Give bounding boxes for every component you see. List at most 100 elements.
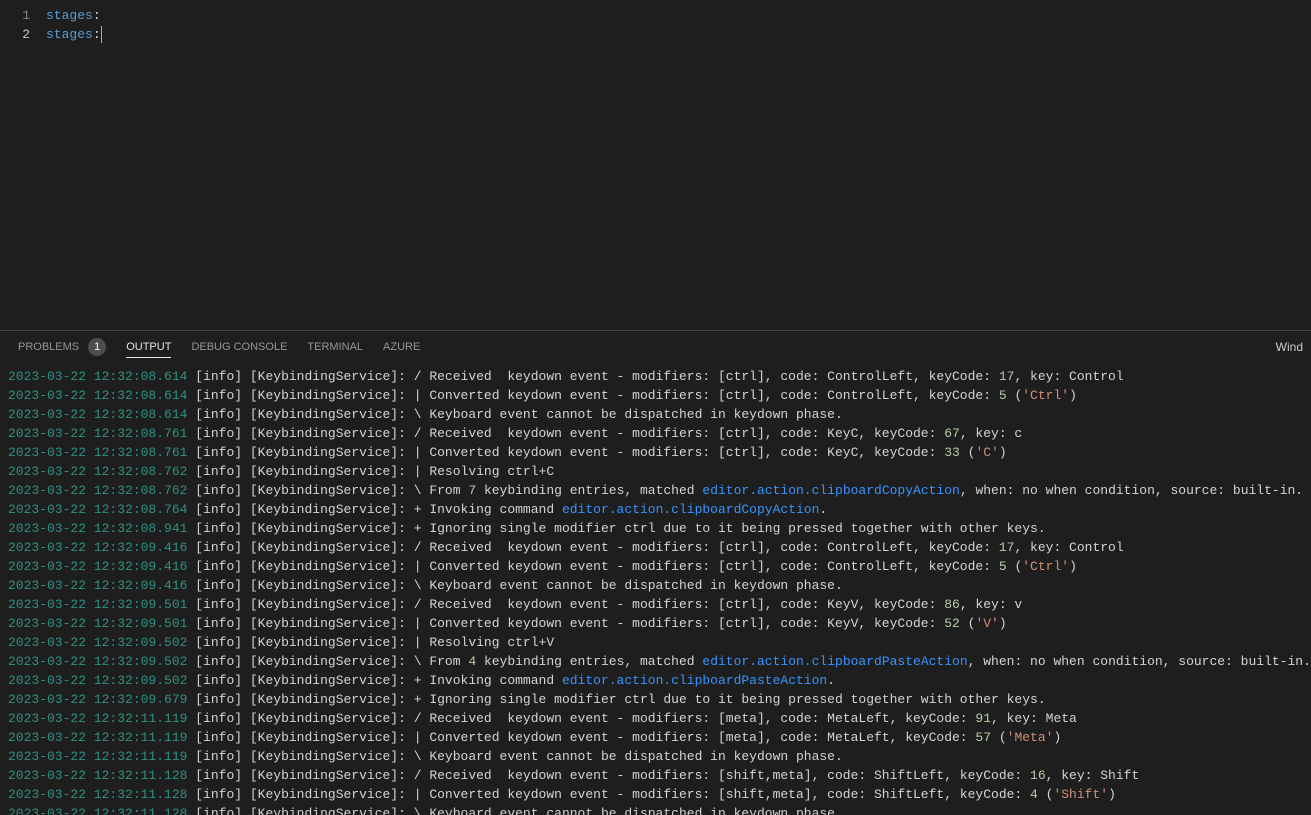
log-service: [KeybindingService]: [250,768,406,783]
log-text: \ Keyboard event cannot be dispatched in… [414,749,843,764]
log-timestamp: 2023-03-22 12:32:08.941 [8,521,187,536]
log-line: 2023-03-22 12:32:09.416 [info] [Keybindi… [8,576,1303,595]
line-number: 2 [0,25,30,44]
log-level: [info] [195,749,242,764]
tab-terminal[interactable]: TERMINAL [297,331,373,364]
log-level: [info] [195,787,242,802]
tab-debug-console[interactable]: DEBUG CONSOLE [181,331,297,364]
log-text: ( [1007,559,1023,574]
tab-output[interactable]: OUTPUT [116,331,181,364]
log-link[interactable]: editor.action.clipboardCopyAction [562,502,819,517]
log-timestamp: 2023-03-22 12:32:11.119 [8,711,187,726]
log-level: [info] [195,635,242,650]
log-number: 67 [944,426,960,441]
log-service: [KeybindingService]: [250,464,406,479]
log-text: \ Keyboard event cannot be dispatched in… [414,407,843,422]
code-content[interactable]: stages: stages: [46,0,1311,330]
log-service: [KeybindingService]: [250,388,406,403]
log-link[interactable]: editor.action.clipboardCopyAction [702,483,959,498]
log-number: 57 [975,730,991,745]
tab-problems[interactable]: PROBLEMS 1 [8,331,116,364]
log-text: + Invoking command [414,673,562,688]
log-text: / Received keydown event - modifiers: [m… [414,711,976,726]
log-timestamp: 2023-03-22 12:32:09.416 [8,540,187,555]
log-text: \ From [414,654,469,669]
log-text: | Converted keydown event - modifiers: [… [414,787,1030,802]
log-timestamp: 2023-03-22 12:32:11.119 [8,730,187,745]
log-level: [info] [195,388,242,403]
log-service: [KeybindingService]: [250,787,406,802]
tab-azure[interactable]: AZURE [373,331,430,364]
log-number: 17 [999,369,1015,384]
log-text: ) [999,616,1007,631]
log-text: ( [991,730,1007,745]
log-line: 2023-03-22 12:32:11.119 [info] [Keybindi… [8,747,1303,766]
log-level: [info] [195,407,242,422]
log-text: \ Keyboard event cannot be dispatched in… [414,806,843,815]
log-link[interactable]: editor.action.clipboardPasteAction [562,673,827,688]
log-timestamp: 2023-03-22 12:32:08.764 [8,502,187,517]
log-string: 'Shift' [1053,787,1108,802]
line-number: 1 [0,6,30,25]
log-text: + Invoking command [414,502,562,517]
log-line: 2023-03-22 12:32:08.614 [info] [Keybindi… [8,405,1303,424]
log-text: | Converted keydown event - modifiers: [… [414,388,999,403]
tab-label: AZURE [383,341,420,353]
yaml-colon: : [93,8,101,23]
log-service: [KeybindingService]: [250,616,406,631]
log-text: / Received keydown event - modifiers: [s… [414,768,1030,783]
log-text: ) [1069,559,1077,574]
log-timestamp: 2023-03-22 12:32:09.501 [8,597,187,612]
log-service: [KeybindingService]: [250,692,406,707]
log-text: . [819,502,827,517]
log-line: 2023-03-22 12:32:11.128 [info] [Keybindi… [8,785,1303,804]
code-editor[interactable]: 1 2 stages: stages: [0,0,1311,330]
log-timestamp: 2023-03-22 12:32:11.128 [8,806,187,815]
log-number: 7 [468,483,476,498]
log-text: | Converted keydown event - modifiers: [… [414,559,999,574]
log-timestamp: 2023-03-22 12:32:11.128 [8,768,187,783]
log-timestamp: 2023-03-22 12:32:08.762 [8,464,187,479]
log-service: [KeybindingService]: [250,597,406,612]
log-timestamp: 2023-03-22 12:32:11.128 [8,787,187,802]
log-link[interactable]: editor.action.clipboardPasteAction [702,654,967,669]
log-level: [info] [195,426,242,441]
log-text: ) [1069,388,1077,403]
output-panel[interactable]: 2023-03-22 12:32:08.614 [info] [Keybindi… [0,363,1311,815]
problems-count-badge: 1 [88,338,106,356]
log-timestamp: 2023-03-22 12:32:09.679 [8,692,187,707]
log-line: 2023-03-22 12:32:08.762 [info] [Keybindi… [8,462,1303,481]
log-service: [KeybindingService]: [250,559,406,574]
log-level: [info] [195,673,242,688]
log-level: [info] [195,578,242,593]
log-line: 2023-03-22 12:32:09.502 [info] [Keybindi… [8,671,1303,690]
log-level: [info] [195,597,242,612]
log-timestamp: 2023-03-22 12:32:11.119 [8,749,187,764]
log-text: , key: Meta [991,711,1077,726]
log-line: 2023-03-22 12:32:09.679 [info] [Keybindi… [8,690,1303,709]
log-line: 2023-03-22 12:32:08.614 [info] [Keybindi… [8,367,1303,386]
log-line: 2023-03-22 12:32:09.416 [info] [Keybindi… [8,538,1303,557]
log-line: 2023-03-22 12:32:11.128 [info] [Keybindi… [8,766,1303,785]
log-timestamp: 2023-03-22 12:32:08.762 [8,483,187,498]
log-timestamp: 2023-03-22 12:32:08.614 [8,369,187,384]
yaml-key: stages [46,27,93,42]
log-text: , when: no when condition, source: built… [960,483,1303,498]
output-channel-selector[interactable]: Wind [1268,340,1311,354]
log-timestamp: 2023-03-22 12:32:08.614 [8,388,187,403]
log-level: [info] [195,616,242,631]
log-service: [KeybindingService]: [250,673,406,688]
log-line: 2023-03-22 12:32:08.941 [info] [Keybindi… [8,519,1303,538]
log-level: [info] [195,711,242,726]
log-level: [info] [195,768,242,783]
log-service: [KeybindingService]: [250,445,406,460]
log-service: [KeybindingService]: [250,502,406,517]
log-level: [info] [195,806,242,815]
log-text: / Received keydown event - modifiers: [c… [414,369,999,384]
log-number: 5 [999,388,1007,403]
log-service: [KeybindingService]: [250,749,406,764]
code-line[interactable]: stages: [46,6,1311,25]
log-line: 2023-03-22 12:32:09.502 [info] [Keybindi… [8,633,1303,652]
code-line[interactable]: stages: [46,25,1311,44]
log-text: / Received keydown event - modifiers: [c… [414,426,945,441]
